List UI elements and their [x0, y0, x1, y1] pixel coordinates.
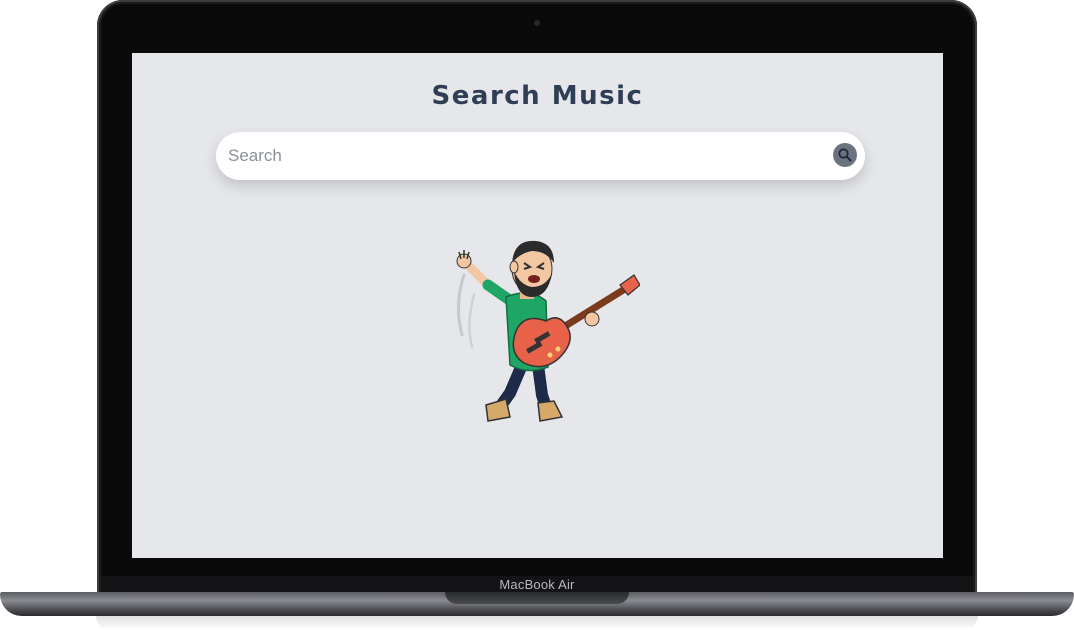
search-icon [838, 148, 852, 162]
app-screen: Search Music [132, 53, 943, 558]
search-button[interactable] [833, 143, 857, 167]
search-bar [216, 132, 865, 180]
laptop-shadow [96, 616, 978, 630]
laptop-notch [445, 592, 629, 604]
camera-icon [534, 20, 540, 26]
laptop-mockup: MacBook Air Search Music [0, 0, 1074, 630]
guitar-player-avatar-icon [456, 240, 640, 422]
device-label: MacBook Air [499, 577, 575, 592]
page-title: Search Music [431, 81, 644, 111]
search-input[interactable] [228, 132, 818, 180]
